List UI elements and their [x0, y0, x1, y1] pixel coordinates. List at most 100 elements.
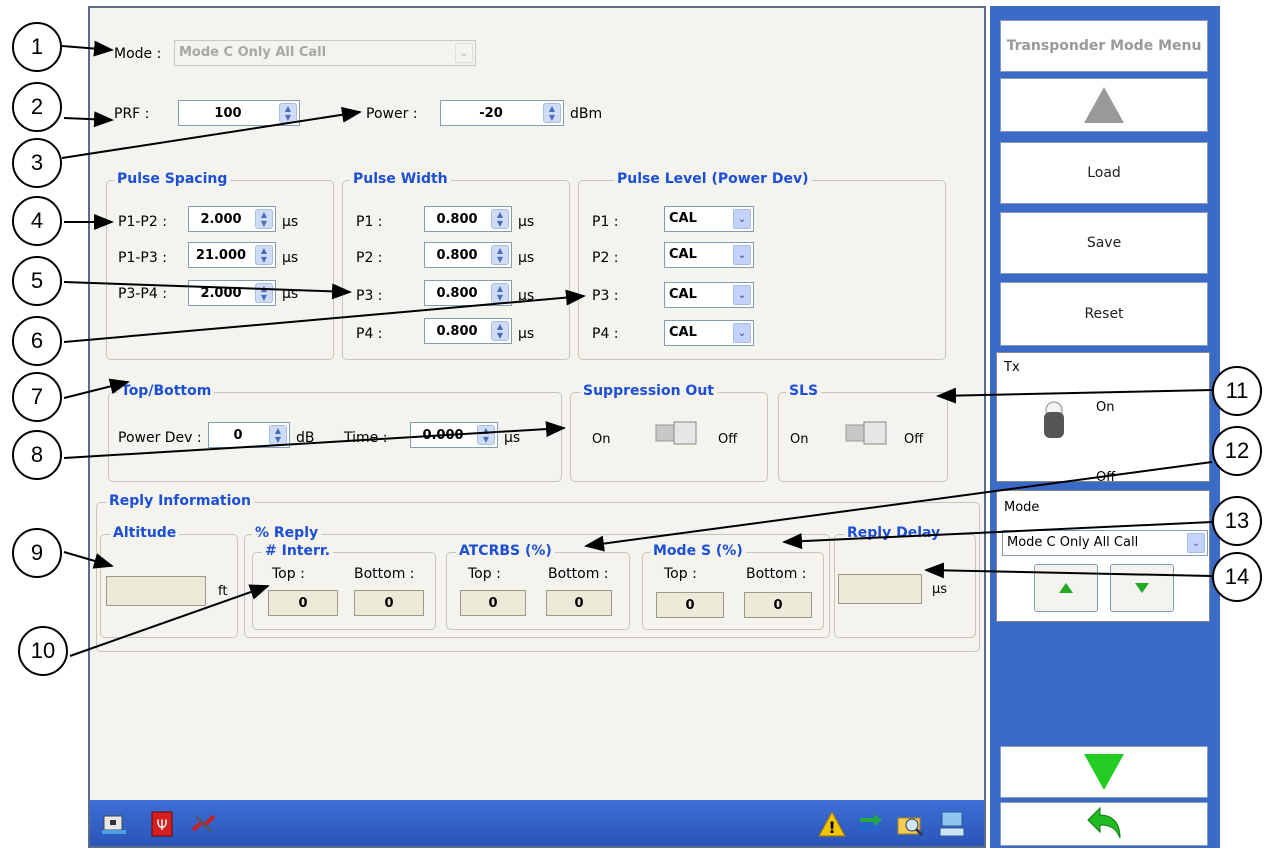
save-button[interactable]: Save — [1000, 212, 1208, 274]
spinner-updown-icon[interactable]: ▲ ▼ — [491, 209, 509, 229]
pw-p4-unit: µs — [518, 326, 535, 342]
sls-toggle[interactable] — [842, 420, 892, 446]
triangle-up-icon — [1059, 583, 1073, 593]
p3p4-value: 2.000 — [200, 285, 242, 301]
interr-title: # Interr. — [262, 543, 334, 559]
atcrbs-title: ATCRBS (%) — [456, 543, 555, 559]
p1p3-unit: µs — [282, 250, 299, 266]
scroll-up-button[interactable] — [1000, 78, 1208, 132]
power-spinner[interactable]: -20 ▲ ▼ — [440, 100, 564, 126]
pw-p2-unit: µs — [518, 250, 535, 266]
modes-bottom-label: Bottom : — [746, 566, 807, 582]
spinner-updown-icon[interactable]: ▲ ▼ — [269, 425, 287, 445]
callout-11: 11 — [1212, 366, 1262, 416]
time-value: 0.000 — [422, 427, 464, 443]
spinner-updown-icon[interactable]: ▲ ▼ — [279, 103, 297, 123]
prf-spinner[interactable]: 100 ▲ ▼ — [178, 100, 300, 126]
usb-icon[interactable]: Ψ — [148, 810, 176, 838]
chevron-down-icon[interactable]: ⌄ — [733, 323, 751, 343]
callout-6: 6 — [12, 316, 62, 366]
mode-select[interactable]: Mode C Only All Call ⌄ — [174, 40, 476, 66]
pl-p2-value: CAL — [669, 247, 697, 262]
power-dev-unit: dB — [296, 430, 315, 446]
p1p3-spinner[interactable]: 21.000 ▲ ▼ — [188, 242, 276, 268]
power-label: Power : — [366, 106, 418, 122]
sls-on-label: On — [790, 432, 809, 447]
keyboard-icon[interactable] — [938, 810, 966, 838]
callout-4: 4 — [12, 196, 62, 246]
tx-switch-icon[interactable] — [1034, 398, 1074, 442]
mode-down-button[interactable] — [1110, 564, 1174, 612]
side-mode-select[interactable]: Mode C Only All Call ⌄ — [1002, 530, 1208, 556]
pulse-spacing-title: Pulse Spacing — [114, 171, 231, 187]
callout-8: 8 — [12, 430, 62, 480]
spinner-updown-icon[interactable]: ▲ ▼ — [491, 245, 509, 265]
reply-delay-field — [838, 574, 922, 604]
warning-icon[interactable]: ! — [818, 810, 846, 838]
spinner-updown-icon[interactable]: ▲ ▼ — [491, 321, 509, 341]
altitude-title: Altitude — [110, 525, 180, 541]
callout-9: 9 — [12, 528, 62, 578]
chevron-down-icon[interactable]: ⌄ — [733, 285, 751, 305]
tx-panel — [996, 352, 1210, 482]
pl-p3-select[interactable]: CAL ⌄ — [664, 282, 754, 308]
network-icon[interactable] — [100, 810, 128, 838]
mode-up-button[interactable] — [1034, 564, 1098, 612]
pw-p4-value: 0.800 — [436, 323, 478, 339]
side-mode-label: Mode — [1004, 500, 1040, 515]
callout-10: 10 — [18, 626, 68, 676]
p1p2-spinner[interactable]: 2.000 ▲ ▼ — [188, 206, 276, 232]
chevron-down-icon[interactable]: ⌄ — [733, 209, 751, 229]
power-dev-spinner[interactable]: 0 ▲ ▼ — [208, 422, 290, 448]
spinner-updown-icon[interactable]: ▲ ▼ — [255, 245, 273, 265]
pl-p1-select[interactable]: CAL ⌄ — [664, 206, 754, 232]
pl-p4-value: CAL — [669, 325, 697, 340]
scroll-down-button[interactable] — [1000, 746, 1208, 798]
spinner-updown-icon[interactable]: ▲ ▼ — [491, 283, 509, 303]
p3p4-label: P3-P4 : — [118, 286, 167, 302]
pw-p3-label: P3 : — [356, 288, 383, 304]
chevron-down-icon[interactable]: ⌄ — [1187, 533, 1205, 553]
pw-p3-unit: µs — [518, 288, 535, 304]
load-button[interactable]: Load — [1000, 142, 1208, 204]
folder-search-icon[interactable] — [896, 810, 924, 838]
back-button[interactable] — [1000, 802, 1208, 846]
chevron-down-icon[interactable]: ⌄ — [455, 43, 473, 63]
reset-button[interactable]: Reset — [1000, 282, 1208, 346]
spinner-updown-icon[interactable]: ▲ ▼ — [255, 283, 273, 303]
return-arrow-icon — [1087, 806, 1121, 839]
time-spinner[interactable]: 0.000 ▲ ▼ — [410, 422, 498, 448]
pulse-width-title: Pulse Width — [350, 171, 451, 187]
disconnect-icon[interactable] — [190, 810, 218, 838]
chevron-down-icon[interactable]: ⌄ — [733, 245, 751, 265]
pl-p2-label: P2 : — [592, 250, 619, 266]
p1p2-label: P1-P2 : — [118, 214, 167, 230]
pw-p3-value: 0.800 — [436, 285, 478, 301]
spinner-updown-icon[interactable]: ▲ ▼ — [543, 103, 561, 123]
pulse-level-group — [578, 180, 946, 360]
pw-p3-spinner[interactable]: 0.800 ▲ ▼ — [424, 280, 512, 306]
atcrbs-bottom-label: Bottom : — [548, 566, 609, 582]
pl-p1-label: P1 : — [592, 214, 619, 230]
callout-12: 12 — [1212, 426, 1262, 476]
modes-group — [642, 552, 824, 630]
reply-info-title: Reply Information — [106, 493, 254, 509]
triangle-down-icon — [1084, 754, 1124, 790]
suppression-toggle[interactable] — [652, 420, 702, 446]
sync-icon[interactable] — [856, 810, 884, 838]
suppression-off-label: Off — [718, 432, 738, 447]
pw-p1-spinner[interactable]: 0.800 ▲ ▼ — [424, 206, 512, 232]
spinner-updown-icon[interactable]: ▲ ▼ — [255, 209, 273, 229]
p3p4-spinner[interactable]: 2.000 ▲ ▼ — [188, 280, 276, 306]
pl-p4-select[interactable]: CAL ⌄ — [664, 320, 754, 346]
pw-p2-spinner[interactable]: 0.800 ▲ ▼ — [424, 242, 512, 268]
altitude-unit: ft — [218, 584, 228, 599]
mode-select-value: Mode C Only All Call — [179, 45, 327, 60]
pl-p3-label: P3 : — [592, 288, 619, 304]
pl-p2-select[interactable]: CAL ⌄ — [664, 242, 754, 268]
pw-p4-spinner[interactable]: 0.800 ▲ ▼ — [424, 318, 512, 344]
spinner-updown-icon[interactable]: ▲ ▼ — [477, 425, 495, 445]
side-menu-title-text: Transponder Mode Menu — [1006, 37, 1202, 54]
interr-bottom-value: 0 — [354, 590, 424, 616]
pw-p2-value: 0.800 — [436, 247, 478, 263]
